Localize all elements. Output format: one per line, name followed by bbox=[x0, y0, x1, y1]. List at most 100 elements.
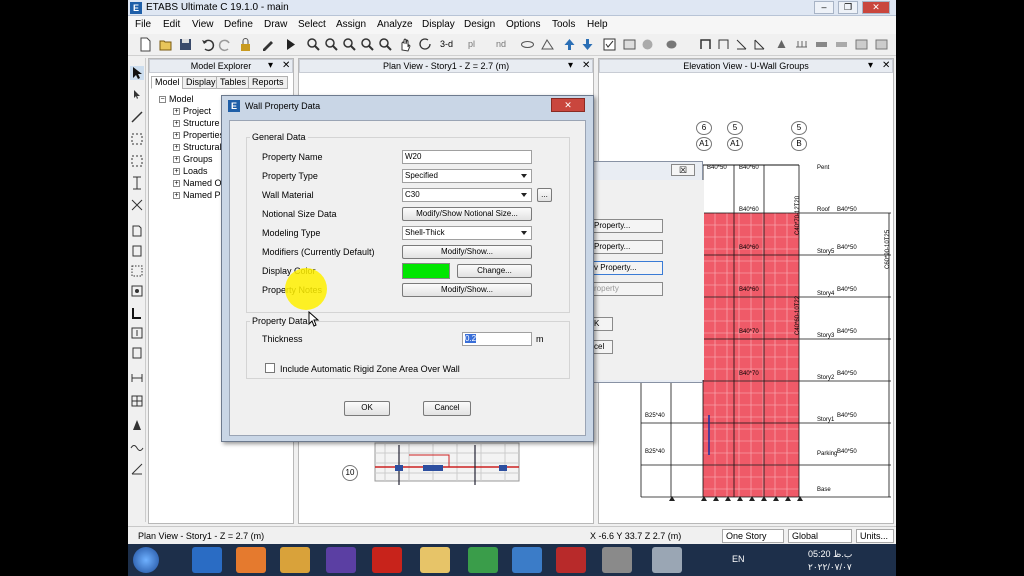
zoom-restore-icon[interactable] bbox=[360, 37, 375, 52]
internet-explorer-icon[interactable] bbox=[192, 547, 222, 573]
pointer-select-icon[interactable] bbox=[130, 66, 144, 80]
menu-design[interactable]: Design bbox=[464, 19, 495, 30]
etabs-taskbar-icon[interactable] bbox=[512, 547, 542, 573]
coordinate-system-select[interactable]: Global bbox=[788, 529, 852, 543]
plan-dropdown-icon[interactable]: ▾ bbox=[568, 60, 573, 72]
display-options-icon[interactable] bbox=[602, 37, 617, 52]
set-display-icon[interactable] bbox=[622, 37, 637, 52]
media-player-icon[interactable] bbox=[280, 547, 310, 573]
modify-modifiers-button[interactable]: Modify/Show... bbox=[402, 245, 532, 259]
units-button[interactable]: Units... bbox=[856, 529, 894, 543]
change-color-button[interactable]: Change... bbox=[457, 264, 532, 278]
display-color-swatch[interactable] bbox=[402, 263, 450, 279]
tree-item-loads[interactable]: + Loads bbox=[173, 166, 208, 176]
draw-area-icon[interactable] bbox=[130, 132, 144, 146]
pan-hand-icon[interactable] bbox=[398, 37, 413, 52]
draw-pencil-icon[interactable] bbox=[260, 37, 275, 52]
paint-icon[interactable] bbox=[602, 547, 632, 573]
perspective-icon[interactable] bbox=[540, 37, 555, 52]
menu-help[interactable]: Help bbox=[587, 19, 608, 30]
clock-time[interactable]: 05:20 ب.ظ bbox=[808, 549, 852, 560]
expand-icon[interactable]: + bbox=[173, 168, 180, 176]
tree-item-project[interactable]: + Project bbox=[173, 106, 211, 116]
modify-notes-button[interactable]: Modify/Show... bbox=[402, 283, 532, 297]
draw-dimension-icon[interactable] bbox=[130, 368, 144, 382]
maximize-button[interactable]: ❐ bbox=[838, 1, 858, 14]
add-new-property-button[interactable]: Property... bbox=[591, 219, 663, 233]
draw-column-icon[interactable] bbox=[130, 176, 144, 190]
language-indicator[interactable]: EN bbox=[732, 554, 745, 564]
menu-options[interactable]: Options bbox=[506, 19, 540, 30]
assign-load-icon[interactable] bbox=[794, 37, 809, 52]
tab-tables[interactable]: Tables bbox=[216, 76, 251, 89]
property-name-input[interactable]: W20 bbox=[402, 150, 532, 164]
plan-view-button[interactable]: pl bbox=[468, 39, 475, 49]
elev-dropdown-icon[interactable]: ▾ bbox=[868, 60, 873, 72]
start-button[interactable] bbox=[133, 547, 159, 573]
menu-assign[interactable]: Assign bbox=[336, 19, 366, 30]
menu-file[interactable]: File bbox=[135, 19, 151, 30]
move-up-icon[interactable] bbox=[562, 37, 577, 52]
redo-icon[interactable] bbox=[218, 37, 233, 52]
object-shrink-icon[interactable] bbox=[640, 37, 655, 52]
close-plan-icon[interactable]: ✕ bbox=[582, 60, 590, 72]
expand-icon[interactable]: + bbox=[173, 192, 180, 200]
pin-icon[interactable]: ▾ bbox=[268, 60, 273, 72]
save-icon[interactable] bbox=[178, 37, 193, 52]
menu-tools[interactable]: Tools bbox=[552, 19, 575, 30]
tree-root-model[interactable]: − Model bbox=[159, 94, 194, 104]
menu-select[interactable]: Select bbox=[298, 19, 326, 30]
deck-icon[interactable] bbox=[834, 37, 849, 52]
expand-icon[interactable]: + bbox=[173, 120, 180, 128]
zoom-in-icon[interactable] bbox=[324, 37, 339, 52]
draw-brace-side-icon[interactable] bbox=[130, 198, 144, 212]
draw-floor-icon[interactable] bbox=[130, 224, 144, 238]
expand-icon[interactable]: + bbox=[173, 156, 180, 164]
ok-button[interactable]: OK bbox=[344, 401, 390, 416]
extrude-icon[interactable] bbox=[664, 37, 679, 52]
back-cancel-button[interactable]: cel bbox=[591, 340, 613, 354]
draw-wall-icon[interactable] bbox=[752, 37, 767, 52]
zoom-previous-icon[interactable] bbox=[378, 37, 393, 52]
run-analysis-icon[interactable] bbox=[283, 37, 298, 52]
back-dialog-close-button[interactable]: ☒ bbox=[671, 164, 695, 176]
modify-notional-size-button[interactable]: Modify/Show Notional Size... bbox=[402, 207, 532, 221]
tab-display[interactable]: Display bbox=[182, 76, 220, 89]
wall-material-select[interactable]: C30 bbox=[402, 188, 532, 202]
draw-section-cut-icon[interactable] bbox=[130, 346, 144, 360]
draw-opening-icon[interactable] bbox=[130, 264, 144, 278]
draw-beam-icon[interactable] bbox=[716, 37, 731, 52]
close-elevation-icon[interactable]: ✕ bbox=[882, 60, 890, 72]
tab-reports[interactable]: Reports bbox=[248, 76, 288, 89]
draw-brace-icon[interactable] bbox=[734, 37, 749, 52]
draw-wave-icon[interactable] bbox=[130, 440, 144, 454]
assign-support-icon[interactable] bbox=[774, 37, 789, 52]
menu-define[interactable]: Define bbox=[224, 19, 253, 30]
draw-wall-stack-icon[interactable] bbox=[130, 306, 144, 320]
expand-icon[interactable]: + bbox=[173, 132, 180, 140]
menu-analyze[interactable]: Analyze bbox=[377, 19, 413, 30]
wall-material-more-button[interactable]: ... bbox=[537, 188, 552, 202]
undo-icon[interactable] bbox=[200, 37, 215, 52]
new-model-icon[interactable] bbox=[138, 37, 153, 52]
zoom-out-icon[interactable] bbox=[342, 37, 357, 52]
story-select[interactable]: One Story bbox=[722, 529, 784, 543]
file-explorer-icon[interactable] bbox=[420, 547, 450, 573]
visual-studio-icon[interactable] bbox=[326, 547, 356, 573]
close-window-button[interactable]: ✕ bbox=[862, 1, 890, 14]
draw-tendon-icon[interactable] bbox=[130, 418, 144, 432]
draw-rect-area-icon[interactable] bbox=[130, 154, 144, 168]
menu-draw[interactable]: Draw bbox=[264, 19, 287, 30]
draw-link-icon[interactable] bbox=[130, 326, 144, 340]
delete-property-button[interactable]: roperty bbox=[591, 282, 663, 296]
refresh-icon[interactable] bbox=[418, 37, 433, 52]
move-down-icon[interactable] bbox=[580, 37, 595, 52]
lock-icon[interactable] bbox=[238, 37, 253, 52]
add-copy-property-button[interactable]: Property... bbox=[591, 240, 663, 254]
tree-item-named-output[interactable]: + Named Ou bbox=[173, 178, 227, 188]
property-type-select[interactable]: Specified bbox=[402, 169, 532, 183]
expand-icon[interactable]: + bbox=[173, 180, 180, 188]
open-icon[interactable] bbox=[158, 37, 173, 52]
tree-item-named-plots[interactable]: + Named Plo bbox=[173, 190, 228, 200]
cancel-button[interactable]: Cancel bbox=[423, 401, 471, 416]
